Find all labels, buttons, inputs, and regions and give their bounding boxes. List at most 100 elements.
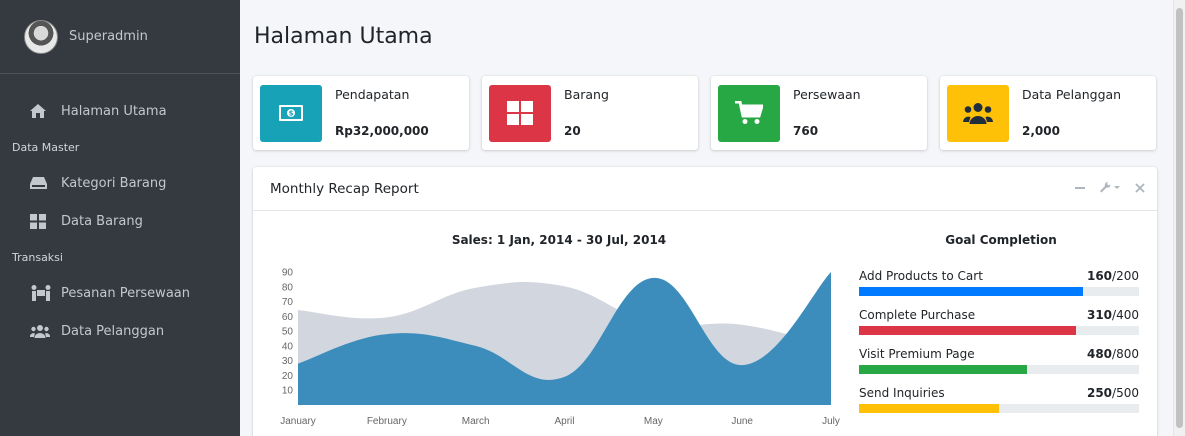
goal-number: 250/500 bbox=[1087, 386, 1139, 400]
y-tick-label: 70 bbox=[282, 297, 294, 308]
goal-progress-bar bbox=[859, 365, 1139, 374]
info-value: Rp32,000,000 bbox=[335, 123, 429, 138]
goal-number: 310/400 bbox=[1087, 308, 1139, 322]
sidebar-item-halaman-utama[interactable]: Halaman Utama bbox=[0, 92, 240, 130]
money-icon: $ bbox=[260, 84, 322, 142]
goal-progress-fill bbox=[859, 365, 1027, 374]
main-content: Halaman Utama $ Pendapatan Rp32,000,000 Bar… bbox=[240, 0, 1185, 436]
info-value: 2,000 bbox=[1022, 123, 1060, 138]
y-tick-label: 30 bbox=[282, 356, 294, 367]
goal-progress-fill bbox=[859, 404, 999, 413]
goal-progress-fill bbox=[859, 326, 1076, 335]
y-tick-label: 20 bbox=[282, 371, 294, 382]
sidebar: Superadmin Halaman Utama Data Master Kateg… bbox=[0, 0, 240, 436]
sidebar-item-data-pelanggan[interactable]: Data Pelanggan bbox=[0, 312, 240, 350]
user-panel[interactable]: Superadmin bbox=[0, 0, 240, 74]
goal-progress-fill bbox=[859, 287, 1083, 296]
x-tick-label: May bbox=[644, 416, 663, 427]
goal-progress-bar bbox=[859, 404, 1139, 413]
sidebar-item-label: Data Pelanggan bbox=[61, 323, 165, 339]
users-icon bbox=[30, 324, 52, 338]
wrench-icon[interactable] bbox=[1099, 181, 1121, 197]
sidebar-item-pesanan-persewaan[interactable]: Pesanan Persewaan bbox=[0, 274, 240, 312]
goal-label: Add Products to Cart bbox=[859, 269, 983, 283]
goal-total: /500 bbox=[1112, 386, 1139, 400]
y-tick-label: 90 bbox=[282, 268, 294, 279]
goal-label: Send Inquiries bbox=[859, 386, 945, 400]
scroll-thumb[interactable] bbox=[1176, 8, 1183, 428]
sidebar-nav: Halaman Utama Data Master Kategori Barang D… bbox=[0, 74, 240, 350]
sidebar-item-label: Data Barang bbox=[61, 213, 143, 229]
minus-icon[interactable] bbox=[1075, 181, 1085, 197]
info-label: Barang bbox=[564, 86, 609, 102]
info-content: Pendapatan Rp32,000,000 bbox=[335, 85, 429, 142]
goal-item: Send Inquiries 250/500 bbox=[859, 386, 1139, 413]
goal-progress-bar bbox=[859, 326, 1139, 335]
svg-text:$: $ bbox=[289, 110, 294, 118]
info-value: 20 bbox=[564, 123, 581, 138]
chart-title: Sales: 1 Jan, 2014 - 30 Jul, 2014 bbox=[451, 233, 667, 247]
sidebar-item-kategori-barang[interactable]: Kategori Barang bbox=[0, 164, 240, 202]
goal-number: 480/800 bbox=[1087, 347, 1139, 361]
goal-total: /400 bbox=[1112, 308, 1139, 322]
info-content: Barang 20 bbox=[564, 85, 609, 142]
info-box-pendapatan: $ Pendapatan Rp32,000,000 bbox=[253, 76, 469, 150]
sidebar-item-label: Kategori Barang bbox=[61, 175, 167, 191]
info-box-persewaan: Persewaan 760 bbox=[711, 76, 927, 150]
info-box-data-pelanggan: Data Pelanggan 2,000 bbox=[940, 76, 1156, 150]
nav-header: Transaksi bbox=[12, 250, 63, 264]
sales-chart: 10 20 30 40 50 60 70 80 90 January February March Ap… bbox=[280, 268, 840, 428]
close-icon[interactable] bbox=[1135, 181, 1145, 197]
goal-value: 160 bbox=[1086, 269, 1113, 283]
scrollbar[interactable] bbox=[1173, 0, 1185, 436]
y-tick-label: 60 bbox=[282, 312, 294, 323]
y-tick-label: 10 bbox=[282, 386, 294, 397]
info-box-barang: Barang 20 bbox=[482, 76, 698, 150]
goal-value: 480 bbox=[1086, 347, 1113, 361]
card-header: Monthly Recap Report bbox=[253, 167, 1157, 211]
goal-value: 250 bbox=[1086, 386, 1113, 400]
nav-header: Data Master bbox=[12, 140, 80, 154]
sidebar-item-label: Halaman Utama bbox=[61, 103, 167, 119]
x-tick-label: March bbox=[462, 416, 490, 427]
x-tick-label: June bbox=[731, 416, 753, 427]
cart-icon bbox=[718, 84, 780, 142]
home-icon bbox=[30, 104, 52, 118]
sidebar-item-data-barang[interactable]: Data Barang bbox=[0, 202, 240, 240]
goal-label: Visit Premium Page bbox=[859, 347, 975, 361]
users-icon bbox=[947, 84, 1009, 142]
goal-number: 160/200 bbox=[1087, 269, 1139, 283]
goal-row: Complete Purchase 310/400 bbox=[859, 308, 1139, 322]
sidebar-item-label: Pesanan Persewaan bbox=[61, 285, 190, 301]
th-large-icon bbox=[489, 84, 551, 142]
card-tools bbox=[1075, 167, 1145, 211]
user-name[interactable]: Superadmin bbox=[69, 29, 148, 44]
goal-row: Add Products to Cart 160/200 bbox=[859, 269, 1139, 283]
goal-item: Add Products to Cart 160/200 bbox=[859, 269, 1139, 296]
monthly-recap-card: Monthly Recap Report Sales: 1 Jan, 2014 … bbox=[253, 167, 1157, 436]
page-title: Halaman Utama bbox=[254, 24, 433, 49]
info-label: Pendapatan bbox=[335, 86, 410, 102]
x-tick-label: April bbox=[554, 416, 574, 427]
info-content: Data Pelanggan 2,000 bbox=[1022, 85, 1121, 142]
x-tick-label: February bbox=[367, 416, 407, 427]
hdd-icon bbox=[30, 176, 52, 190]
x-tick-label: January bbox=[280, 416, 316, 427]
y-tick-label: 40 bbox=[282, 341, 294, 352]
goal-total: /200 bbox=[1112, 269, 1139, 283]
info-label: Persewaan bbox=[793, 86, 861, 102]
goal-title: Goal Completion bbox=[945, 233, 1057, 247]
avatar[interactable] bbox=[24, 19, 58, 54]
info-content: Persewaan 760 bbox=[793, 85, 861, 142]
goal-item: Visit Premium Page 480/800 bbox=[859, 347, 1139, 374]
th-large-icon bbox=[30, 213, 52, 229]
goal-value: 310 bbox=[1086, 308, 1113, 322]
y-tick-label: 80 bbox=[282, 282, 294, 293]
card-title: Monthly Recap Report bbox=[270, 180, 419, 197]
goal-row: Visit Premium Page 480/800 bbox=[859, 347, 1139, 361]
goal-progress-bar bbox=[859, 287, 1139, 296]
info-label: Data Pelanggan bbox=[1022, 86, 1122, 102]
goal-total: /800 bbox=[1112, 347, 1139, 361]
x-tick-label: July bbox=[822, 416, 840, 427]
people-carry-icon bbox=[30, 285, 52, 301]
